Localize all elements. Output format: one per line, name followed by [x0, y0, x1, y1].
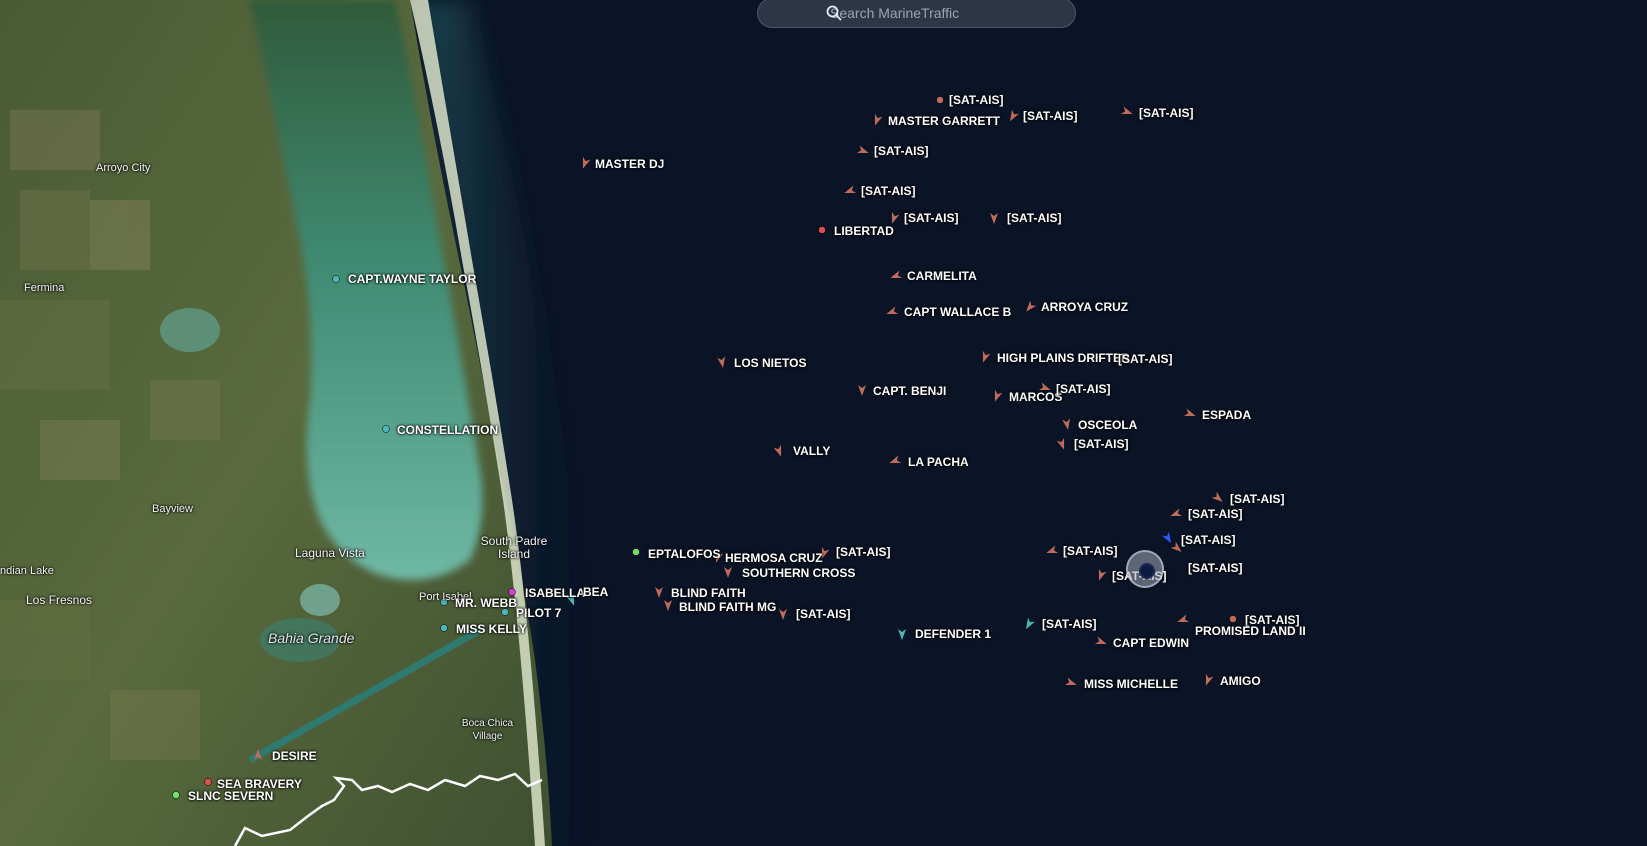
vessel-label[interactable]: VALLY — [793, 444, 830, 458]
vessel-label[interactable]: ARROYA CRUZ — [1041, 300, 1128, 314]
selected-vessel-marker[interactable] — [1139, 563, 1155, 579]
vessel-label[interactable]: CAPT WALLACE B — [904, 305, 1011, 319]
vessel-label[interactable]: SLNC SEVERN — [188, 789, 273, 803]
vessel-label[interactable]: [SAT-AIS] — [904, 211, 958, 225]
vessel-label[interactable]: [SAT-AIS] — [1056, 382, 1110, 396]
vessel-label[interactable]: DEFENDER 1 — [915, 627, 991, 641]
vessel-label[interactable]: EPTALOFOS — [648, 547, 720, 561]
vessel-label[interactable]: PROMISED LAND II — [1195, 624, 1306, 638]
vessel-label[interactable]: [SAT-AIS] — [1139, 106, 1193, 120]
vessel-label[interactable]: LOS NIETOS — [734, 356, 806, 370]
vessel-label[interactable]: MR. WEBB — [455, 596, 517, 610]
vessel-label[interactable]: BEA — [583, 585, 608, 599]
vessel-label[interactable]: LIBERTAD — [834, 224, 894, 238]
place-label: Bahia Grande — [268, 630, 355, 646]
vessel-label[interactable]: [SAT-AIS] — [1042, 617, 1096, 631]
vessel-label[interactable]: MASTER GARRETT — [888, 114, 1000, 128]
vessel-label[interactable]: [SAT-AIS] — [1063, 544, 1117, 558]
vessel-marker[interactable] — [440, 624, 448, 632]
vessel-label[interactable]: LA PACHA — [908, 455, 969, 469]
vessel-label[interactable]: [SAT-AIS] — [949, 93, 1003, 107]
search-icon — [826, 5, 842, 21]
vessel-label[interactable]: [SAT-AIS] — [796, 607, 850, 621]
vessel-marker[interactable] — [508, 588, 516, 596]
place-label: Boca Chica Village — [461, 718, 514, 742]
vessel-label[interactable]: BLIND FAITH MG — [679, 600, 776, 614]
place-label: Arroyo City — [96, 162, 151, 174]
vessel-label[interactable]: HERMOSA CRUZ — [725, 551, 823, 565]
vessel-label[interactable]: MASTER DJ — [595, 157, 664, 171]
vessel-label[interactable]: AMIGO — [1220, 674, 1261, 688]
vessel-label[interactable]: [SAT-AIS] — [1181, 533, 1235, 547]
vessel-label[interactable]: OSCEOLA — [1078, 418, 1137, 432]
vessel-label[interactable]: [SAT-AIS] — [1188, 507, 1242, 521]
vessel-label[interactable]: CARMELITA — [907, 269, 977, 283]
lake — [160, 308, 220, 352]
vessel-label[interactable]: SOUTHERN CROSS — [742, 566, 855, 580]
vessel-label[interactable]: [SAT-AIS] — [1074, 437, 1128, 451]
vessel-label[interactable]: [SAT-AIS] — [874, 144, 928, 158]
vessel-label[interactable]: MISS KELLY — [456, 622, 527, 636]
vessel-label[interactable]: CAPT. BENJI — [873, 384, 946, 398]
vessel-label[interactable]: BLIND FAITH — [671, 586, 746, 600]
vessel-label[interactable]: CAPT EDWIN — [1113, 636, 1189, 650]
vessel-marker[interactable] — [332, 275, 340, 283]
lake — [300, 584, 340, 616]
place-label: Fermina — [24, 282, 65, 294]
vessel-label[interactable]: ESPADA — [1202, 408, 1251, 422]
vessel-marker[interactable] — [1229, 615, 1237, 623]
vessel-label[interactable]: HIGH PLAINS DRIFTER — [997, 351, 1130, 365]
vessel-marker[interactable] — [818, 226, 826, 234]
place-label: South Padre Island — [480, 534, 548, 561]
vessel-label[interactable]: ISABELLA — [525, 586, 585, 600]
vessel-label[interactable]: DESIRE — [272, 749, 317, 763]
vessel-label[interactable]: [SAT-AIS] — [1118, 352, 1172, 366]
place-label: ndian Lake — [0, 565, 54, 577]
map-canvas[interactable] — [0, 0, 1647, 846]
place-label: Bayview — [152, 503, 193, 515]
vessel-label[interactable]: CAPT.WAYNE TAYLOR — [348, 272, 476, 286]
search-input[interactable] — [828, 4, 1052, 22]
place-label: Los Fresnos — [26, 593, 93, 607]
vessel-label[interactable]: [SAT-AIS] — [1023, 109, 1077, 123]
vessel-marker[interactable] — [936, 96, 944, 104]
vessel-label[interactable]: MISS MICHELLE — [1084, 677, 1178, 691]
vessel-label[interactable]: [SAT-AIS] — [1007, 211, 1061, 225]
search-bar[interactable] — [757, 0, 1076, 28]
vessel-marker[interactable] — [382, 425, 390, 433]
place-label: Laguna Vista — [295, 546, 365, 560]
vessel-label[interactable]: [SAT-AIS] — [836, 545, 890, 559]
vessel-label[interactable]: [SAT-AIS] — [1230, 492, 1284, 506]
selected-vessel-highlight[interactable] — [1126, 550, 1164, 588]
vessel-marker[interactable] — [632, 548, 640, 556]
vessel-label[interactable]: CONSTELLATION — [397, 423, 498, 437]
vessel-label[interactable]: MARCOS — [1009, 390, 1062, 404]
vessel-marker[interactable] — [204, 778, 212, 786]
vessel-label[interactable]: [SAT-AIS] — [861, 184, 915, 198]
vessel-label[interactable]: [SAT-AIS] — [1188, 561, 1242, 575]
vessel-marker[interactable] — [172, 791, 180, 799]
vessel-label[interactable]: PILOT 7 — [516, 606, 561, 620]
